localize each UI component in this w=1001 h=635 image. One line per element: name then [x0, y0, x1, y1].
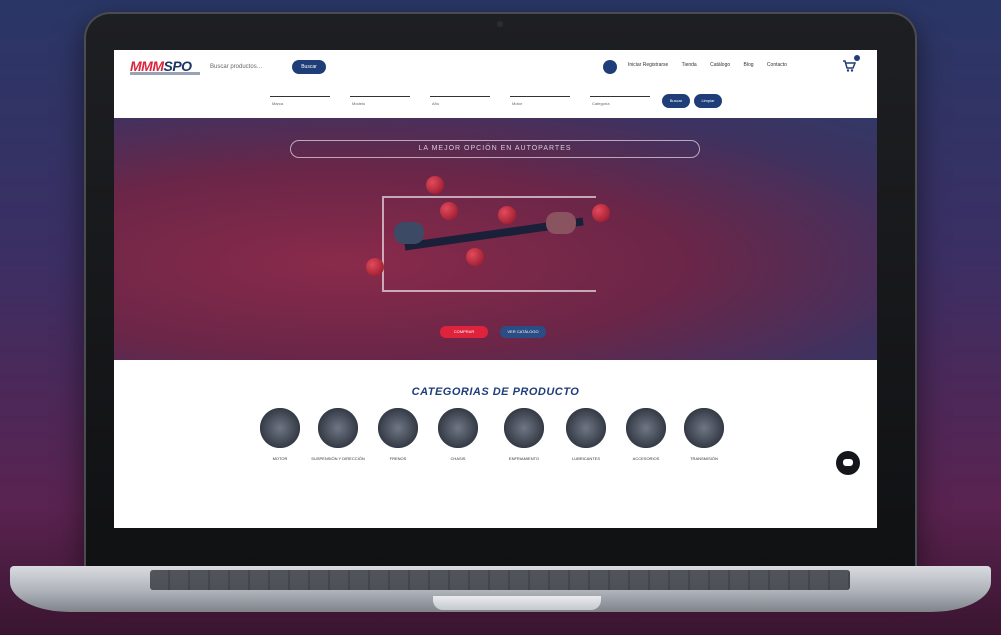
filter-motor[interactable]: Motor: [510, 92, 570, 110]
category-lubricantes[interactable]: LUBRICANTES: [562, 408, 610, 468]
category-image: [438, 408, 478, 448]
filter-clear-button[interactable]: Limpiar: [694, 94, 722, 108]
decor-ball: [440, 202, 458, 220]
cart-icon[interactable]: [842, 59, 856, 73]
filter-marca[interactable]: Marca: [270, 92, 330, 110]
category-image: [626, 408, 666, 448]
nav-contacto[interactable]: Contacto: [767, 62, 787, 68]
decor-ball: [426, 176, 444, 194]
hero-secondary-button[interactable]: VER CATÁLOGO: [500, 326, 546, 338]
chat-button[interactable]: [836, 451, 860, 475]
filter-search-button[interactable]: Buscar: [662, 94, 690, 108]
cart-badge: [854, 55, 860, 61]
category-accesorios[interactable]: ACCESORIOS: [622, 408, 670, 468]
header: MMMSPO Buscar productos… Buscar Iniciar …: [114, 50, 877, 84]
user-icon[interactable]: [603, 60, 617, 74]
axle-boot-right: [546, 212, 576, 234]
decor-ball: [366, 258, 384, 276]
vehicle-filter-bar: Marca Modelo Año Motor Categoría Buscar …: [114, 84, 877, 119]
screen: MMMSPO Buscar productos… Buscar Iniciar …: [114, 50, 877, 528]
decor-ball: [466, 248, 484, 266]
category-image: [684, 408, 724, 448]
main-nav: Iniciar Registrarse Tienda Catálogo Blog…: [628, 62, 799, 68]
category-chasis[interactable]: CHASIS: [434, 408, 482, 468]
category-image: [504, 408, 544, 448]
category-frenos[interactable]: FRENOS: [374, 408, 422, 468]
decor-ball: [498, 206, 516, 224]
categories-title: CATEGORIAS DE PRODUCTO: [411, 386, 580, 398]
nav-login[interactable]: Iniciar Registrarse: [628, 62, 668, 68]
keyboard: [150, 570, 850, 590]
search-button[interactable]: Buscar: [292, 60, 326, 74]
filter-modelo[interactable]: Modelo: [350, 92, 410, 110]
category-motor[interactable]: MOTOR: [256, 408, 304, 468]
logo-underline: [130, 72, 200, 75]
category-image: [260, 408, 300, 448]
filter-anio[interactable]: Año: [430, 92, 490, 110]
category-suspension[interactable]: SUSPENSIÓN Y DIRECCIÓN: [311, 408, 365, 468]
filter-categoria[interactable]: Categoría: [590, 92, 650, 110]
nav-catalogo[interactable]: Catálogo: [710, 62, 730, 68]
category-transmision[interactable]: TRANSMISIÓN: [680, 408, 728, 468]
category-image: [318, 408, 358, 448]
decor-ball: [592, 204, 610, 222]
axle-boot-left: [394, 222, 424, 244]
hero-primary-button[interactable]: COMPRAR: [440, 326, 488, 338]
lid-notch: [433, 596, 601, 610]
category-image: [566, 408, 606, 448]
nav-tienda[interactable]: Tienda: [682, 62, 697, 68]
hero-banner: LA MEJOR OPCIÓN EN AUTOPARTES COMPRAR VE…: [114, 118, 877, 360]
category-enfriamiento[interactable]: ENFRIAMIENTO: [500, 408, 548, 468]
hero-title: LA MEJOR OPCIÓN EN AUTOPARTES: [290, 140, 700, 158]
nav-blog[interactable]: Blog: [744, 62, 754, 68]
camera: [497, 21, 503, 27]
category-image: [378, 408, 418, 448]
